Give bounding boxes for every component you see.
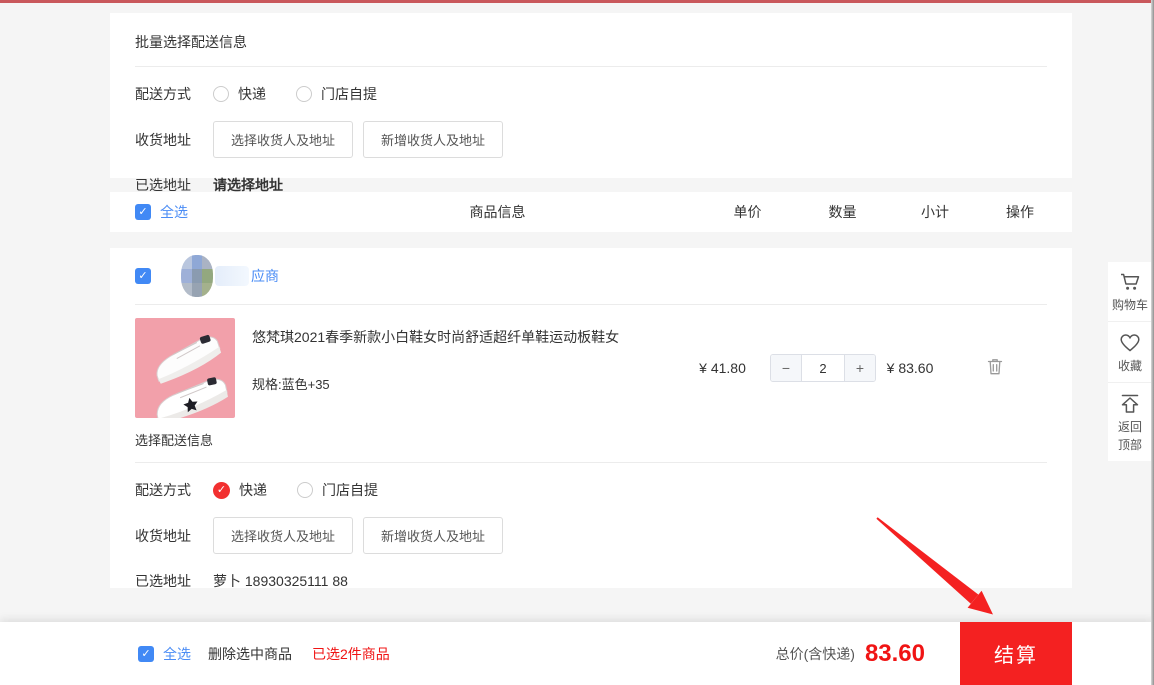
select-address-button[interactable]: 选择收货人及地址 [213, 517, 353, 554]
cart-label: 购物车 [1108, 298, 1152, 313]
subtotal-value: ¥ 83.60 [865, 360, 955, 376]
batch-address-row: 收货地址 选择收货人及地址 新增收货人及地址 [135, 121, 1047, 158]
batch-delivery-panel: 批量选择配送信息 配送方式 快递 门店自提 收货地址 选择收货人及地址 新增收货… [110, 13, 1072, 178]
pickup-radio[interactable] [297, 482, 313, 498]
product-image[interactable] [135, 318, 235, 418]
item-address-row: 收货地址 选择收货人及地址 新增收货人及地址 [135, 517, 1047, 554]
col-quantity: 数量 [795, 202, 890, 222]
total-price-label: 总价(含快递) [776, 644, 855, 664]
express-radio[interactable] [213, 86, 229, 102]
express-radio-checked[interactable]: ✓ [213, 482, 230, 499]
selected-address-label: 已选地址 [135, 571, 191, 591]
footer-select-all-checkbox[interactable]: ✓ [138, 646, 154, 662]
divider [135, 462, 1047, 463]
supplier-row: ✓ 应商 [135, 248, 1047, 305]
supplier-name-blur-patch [215, 266, 249, 286]
trash-icon [986, 357, 1004, 376]
express-radio-label[interactable]: 快递 [239, 480, 267, 500]
footer-select-all-link[interactable]: 全选 [163, 644, 191, 664]
cart-icon [1118, 272, 1142, 292]
delete-selected-link[interactable]: 删除选中商品 [208, 644, 292, 664]
col-action: 操作 [980, 202, 1060, 222]
sneakers-image [135, 318, 235, 418]
select-all-checkbox[interactable]: ✓ [135, 204, 151, 220]
pickup-radio[interactable] [296, 86, 312, 102]
quantity-stepper: − + [770, 354, 876, 382]
add-address-button[interactable]: 新增收货人及地址 [363, 517, 503, 554]
back-to-top-icon [1118, 393, 1142, 414]
cart-table-header: ✓ 全选 商品信息 单价 数量 小计 操作 [110, 192, 1072, 232]
col-unit-price: 单价 [700, 202, 795, 222]
cart-item-panel: ✓ 应商 [110, 248, 1072, 588]
floating-favorite-button[interactable]: 收藏 [1108, 322, 1152, 383]
back-to-top-label-2: 顶部 [1108, 438, 1152, 453]
delivery-method-label: 配送方式 [135, 480, 191, 500]
floating-cart-button[interactable]: 购物车 [1108, 262, 1152, 322]
checkout-footer-bar: ✓ 全选 删除选中商品 已选2件商品 总价(含快递) 83.60 结算 [0, 622, 1154, 685]
address-label: 收货地址 [135, 526, 191, 546]
address-label: 收货地址 [135, 130, 191, 150]
item-delivery-method-row: 配送方式 ✓ 快递 门店自提 [135, 480, 1047, 500]
delete-item-button[interactable] [986, 357, 1004, 379]
express-radio-label[interactable]: 快递 [238, 84, 266, 104]
back-to-top-button[interactable]: 返回 顶部 [1108, 383, 1152, 461]
select-address-button[interactable]: 选择收货人及地址 [213, 121, 353, 158]
supplier-name-link[interactable]: 应商 [251, 266, 279, 286]
unit-price-value: ¥ 41.80 [675, 360, 770, 376]
delivery-method-label: 配送方式 [135, 84, 191, 104]
heart-icon [1118, 332, 1142, 353]
favorite-label: 收藏 [1108, 359, 1152, 374]
col-product-info: 商品信息 [295, 202, 700, 222]
product-row: 悠梵琪2021春季新款小白鞋女时尚舒适超纤单鞋运动板鞋女 规格:蓝色+35 ¥ … [135, 305, 1047, 418]
quantity-decrease-button[interactable]: − [771, 355, 801, 381]
item-selected-address-row: 已选地址 萝卜 18930325111 88 [135, 571, 1047, 591]
batch-panel-title: 批量选择配送信息 [135, 13, 1047, 67]
total-price-value: 83.60 [865, 640, 925, 668]
selected-address-value: 萝卜 18930325111 88 [213, 571, 348, 591]
floating-toolbar: 购物车 收藏 返回 顶部 [1108, 262, 1152, 461]
select-delivery-info-label: 选择配送信息 [135, 430, 1047, 449]
col-subtotal: 小计 [890, 202, 980, 222]
selected-count-text: 已选2件商品 [312, 644, 390, 664]
select-all-link[interactable]: 全选 [160, 202, 188, 222]
supplier-logo-blurred [181, 255, 213, 297]
pickup-radio-label[interactable]: 门店自提 [322, 480, 378, 500]
top-accent-bar [0, 0, 1154, 3]
checkout-button[interactable]: 结算 [960, 622, 1072, 685]
product-spec: 规格:蓝色+35 [252, 374, 619, 393]
pickup-radio-label[interactable]: 门店自提 [321, 84, 377, 104]
batch-delivery-method-row: 配送方式 快递 门店自提 [135, 84, 1047, 104]
quantity-input[interactable] [801, 355, 845, 381]
back-to-top-label-1: 返回 [1108, 420, 1152, 435]
add-address-button[interactable]: 新增收货人及地址 [363, 121, 503, 158]
supplier-checkbox[interactable]: ✓ [135, 268, 151, 284]
product-title[interactable]: 悠梵琪2021春季新款小白鞋女时尚舒适超纤单鞋运动板鞋女 [252, 328, 619, 346]
